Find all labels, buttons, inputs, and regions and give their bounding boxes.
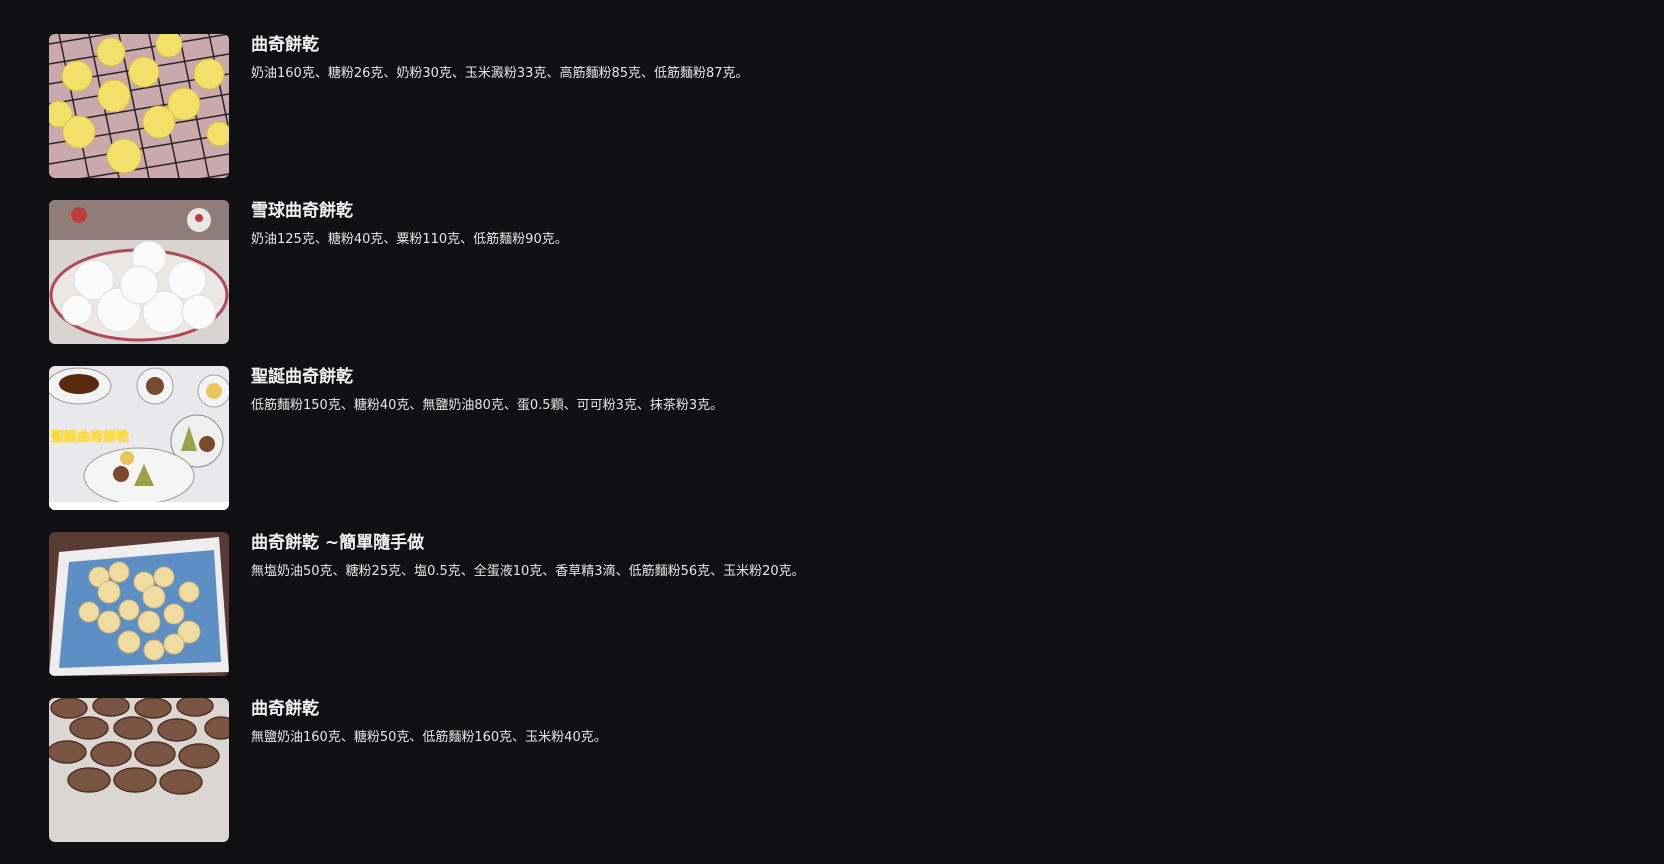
recipe-title[interactable]: 曲奇餅乾 (251, 35, 749, 55)
recipe-title[interactable]: 雪球曲奇餅乾 (251, 201, 568, 221)
recipe-thumbnail[interactable]: 聖誕曲奇餅乾 (49, 366, 229, 510)
image-caption: 聖誕曲奇餅乾 (51, 429, 129, 445)
recipe-text: 雪球曲奇餅乾 奶油125克、糖粉40克、粟粉110克、低筋麵粉90克。 (251, 200, 568, 249)
recipe-text: 曲奇餅乾 奶油160克、糖粉26克、奶粉30克、玉米澱粉33克、高筋麵粉85克、… (251, 34, 749, 83)
recipe-item[interactable]: 聖誕曲奇餅乾 聖誕曲奇餅乾 低筋麵粉150克、糖粉40克、無鹽奶油80克、蛋0.… (49, 366, 1609, 510)
recipe-item[interactable]: 曲奇餅乾 奶油160克、糖粉26克、奶粉30克、玉米澱粉33克、高筋麵粉85克、… (49, 34, 1609, 178)
recipe-text: 曲奇餅乾 無鹽奶油160克、糖粉50克、低筋麵粉160克、玉米粉40克。 (251, 698, 607, 747)
recipe-ingredients: 無鹽奶油160克、糖粉50克、低筋麵粉160克、玉米粉40克。 (251, 730, 607, 745)
recipe-item[interactable]: 曲奇餅乾 無鹽奶油160克、糖粉50克、低筋麵粉160克、玉米粉40克。 (49, 698, 1609, 842)
recipe-ingredients: 奶油125克、糖粉40克、粟粉110克、低筋麵粉90克。 (251, 232, 568, 247)
recipe-title[interactable]: 曲奇餅乾 (251, 699, 607, 719)
recipe-title[interactable]: 聖誕曲奇餅乾 (251, 367, 723, 387)
recipe-text: 曲奇餅乾 ~簡單隨手做 無塩奶油50克、糖粉25克、塩0.5克、全蛋液10克、香… (251, 532, 805, 581)
recipe-item[interactable]: 雪球曲奇餅乾 奶油125克、糖粉40克、粟粉110克、低筋麵粉90克。 (49, 200, 1609, 344)
recipe-item[interactable]: 曲奇餅乾 ~簡單隨手做 無塩奶油50克、糖粉25克、塩0.5克、全蛋液10克、香… (49, 532, 1609, 676)
christmas-cookies-image: 聖誕曲奇餅乾 (49, 366, 229, 510)
flower-cookies-image (49, 532, 229, 676)
recipe-ingredients: 奶油160克、糖粉26克、奶粉30克、玉米澱粉33克、高筋麵粉85克、低筋麵粉8… (251, 66, 749, 81)
recipe-thumbnail[interactable] (49, 532, 229, 676)
recipe-title[interactable]: 曲奇餅乾 ~簡單隨手做 (251, 533, 805, 553)
snowball-cookies-image (49, 200, 229, 344)
recipe-thumbnail[interactable] (49, 698, 229, 842)
recipe-text: 聖誕曲奇餅乾 低筋麵粉150克、糖粉40克、無鹽奶油80克、蛋0.5顆、可可粉3… (251, 366, 723, 415)
recipe-ingredients: 無塩奶油50克、糖粉25克、塩0.5克、全蛋液10克、香草精3滴、低筋麵粉56克… (251, 564, 805, 579)
yellow-swirl-cookies-image (49, 34, 229, 178)
recipe-thumbnail[interactable] (49, 200, 229, 344)
recipe-thumbnail[interactable] (49, 34, 229, 178)
recipe-ingredients: 低筋麵粉150克、糖粉40克、無鹽奶油80克、蛋0.5顆、可可粉3克、抹茶粉3克… (251, 398, 724, 413)
chocolate-swirl-cookies-image (49, 698, 229, 842)
recipe-list: 曲奇餅乾 奶油160克、糖粉26克、奶粉30克、玉米澱粉33克、高筋麵粉85克、… (49, 34, 1609, 864)
